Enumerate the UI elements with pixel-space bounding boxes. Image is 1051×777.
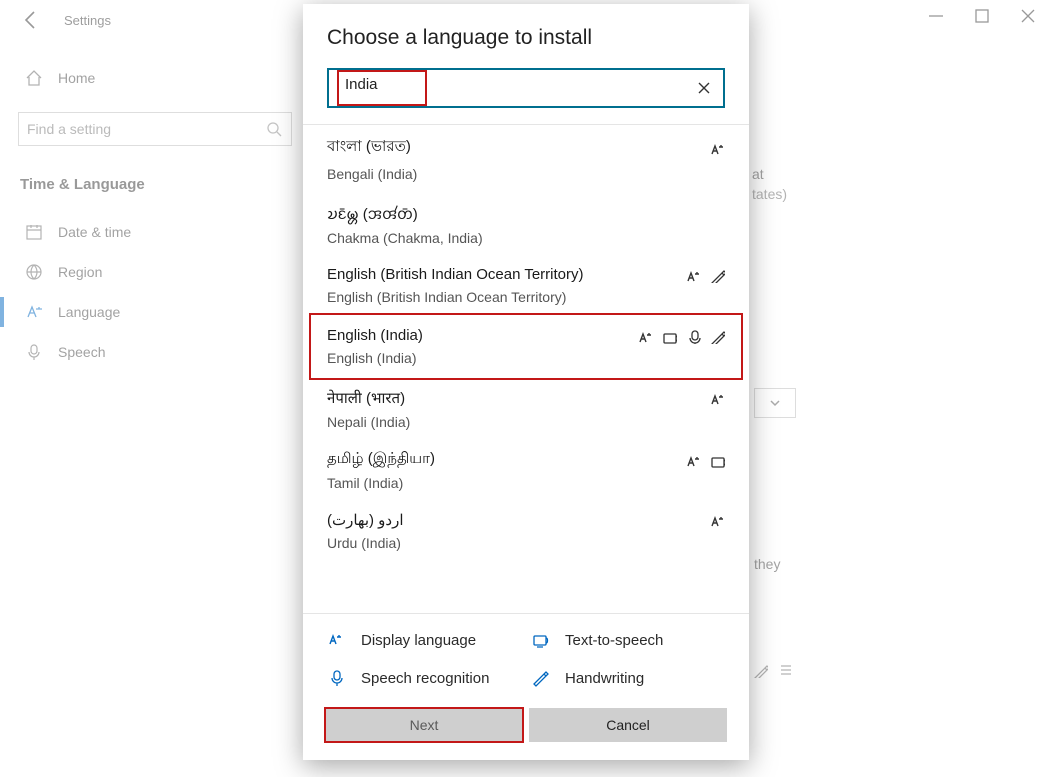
cancel-button[interactable]: Cancel <box>529 708 727 742</box>
sidebar-group-heading: Time & Language <box>18 164 292 204</box>
language-item-nepali[interactable]: नेपाली (भारत) Nepali (India) <box>303 378 749 440</box>
handwriting-icon <box>709 328 725 344</box>
language-native: اردو (بھارت) <box>327 511 709 529</box>
language-item-english-biot[interactable]: English (British Indian Ocean Territory)… <box>303 256 749 315</box>
calendar-icon <box>24 222 42 242</box>
back-button[interactable] <box>10 0 50 40</box>
feature-legend: Display language Text-to-speech Speech r… <box>303 613 749 694</box>
display-language-icon <box>685 452 701 468</box>
display-language-icon <box>637 328 653 344</box>
language-icon <box>24 302 42 322</box>
text-to-speech-icon <box>661 328 677 344</box>
sidebar-item-speech[interactable]: Speech <box>18 332 292 372</box>
language-search-input[interactable] <box>345 76 419 93</box>
feature-icons <box>709 140 725 156</box>
home-icon <box>24 68 42 88</box>
sidebar-item-region[interactable]: Region <box>18 252 292 292</box>
handwriting-icon <box>709 267 725 283</box>
language-english: Urdu (India) <box>327 535 725 551</box>
language-native: नेपाली (भारत) <box>327 388 709 408</box>
app-title: Settings <box>64 13 111 28</box>
globe-icon <box>24 262 42 282</box>
search-icon <box>265 120 283 138</box>
clear-search-icon[interactable] <box>695 79 713 97</box>
speech-recognition-icon <box>685 328 701 344</box>
display-language-icon <box>709 390 725 406</box>
feature-icons <box>685 452 725 468</box>
language-native: English (India) <box>327 327 637 344</box>
minimize-button[interactable] <box>913 0 959 32</box>
text-to-speech-icon <box>531 630 551 650</box>
language-native: English (British Indian Ocean Territory) <box>327 266 685 283</box>
bg-text: tates) <box>752 186 787 202</box>
dialog-title: Choose a language to install <box>327 26 725 50</box>
legend-label: Display language <box>361 632 476 649</box>
legend-label: Speech recognition <box>361 670 489 687</box>
legend-label: Handwriting <box>565 670 644 687</box>
bg-text: at <box>752 166 764 182</box>
sidebar-item-date-time[interactable]: Date & time <box>18 212 292 252</box>
sidebar-item-label: Region <box>58 264 102 280</box>
next-button[interactable]: Next <box>325 708 523 742</box>
language-english: Tamil (India) <box>327 475 725 491</box>
language-english: English (India) <box>327 350 725 366</box>
legend-label: Text-to-speech <box>565 632 663 649</box>
sidebar-item-label: Speech <box>58 344 105 360</box>
find-setting-search[interactable] <box>18 112 292 146</box>
maximize-button[interactable] <box>959 0 1005 32</box>
mic-icon <box>24 342 42 362</box>
sidebar-item-label: Date & time <box>58 224 131 240</box>
language-item-tamil[interactable]: தமிழ் (இந்தியா) Tamil (India) <box>303 440 749 501</box>
display-language-icon <box>709 140 725 156</box>
language-native: বাংলা (ভারত) <box>327 135 709 160</box>
feature-icons <box>685 267 725 283</box>
handwriting-icon <box>531 668 551 688</box>
language-english: Chakma (Chakma, India) <box>327 230 725 246</box>
find-setting-input[interactable] <box>27 121 265 137</box>
language-english: Bengali (India) <box>327 166 725 182</box>
language-item-english-india[interactable]: English (India) English (India) <box>313 317 739 376</box>
sidebar-item-label: Language <box>58 304 120 320</box>
feature-icons <box>709 390 725 406</box>
language-english: English (British Indian Ocean Territory) <box>327 289 725 305</box>
sidebar-item-language[interactable]: Language <box>18 292 292 332</box>
speech-recognition-icon <box>327 668 347 688</box>
language-item-urdu[interactable]: اردو (بھارت) Urdu (India) <box>303 501 749 561</box>
language-native: தமிழ் (இந்தியா) <box>327 450 685 469</box>
sidebar: Home Time & Language Date & time Region … <box>0 40 310 777</box>
close-button[interactable] <box>1005 0 1051 32</box>
language-search[interactable] <box>327 68 725 108</box>
display-language-icon <box>709 512 725 528</box>
language-list: বাংলা (ভারত) Bengali (India) 𑄌𑄋𑄴𑄟𑄳𑄦 (𑄞𑄢𑄧… <box>303 124 749 613</box>
language-english: Nepali (India) <box>327 414 725 430</box>
choose-language-dialog: Choose a language to install বাংলা (ভারত… <box>303 4 749 760</box>
language-native: 𑄌𑄋𑄴𑄟𑄳𑄦 (𑄞𑄢𑄧𑄖𑄴) <box>327 202 725 224</box>
bg-feature-icons <box>752 662 794 678</box>
display-language-icon <box>327 630 347 650</box>
language-item-bengali[interactable]: বাংলা (ভারত) Bengali (India) <box>303 125 749 192</box>
feature-icons <box>637 328 725 344</box>
sidebar-item-label: Home <box>58 70 95 86</box>
sidebar-home[interactable]: Home <box>18 58 292 98</box>
text-to-speech-icon <box>709 452 725 468</box>
feature-icons <box>709 512 725 528</box>
dropdown-chevron[interactable] <box>754 388 796 418</box>
language-item-chakma[interactable]: 𑄌𑄋𑄴𑄟𑄳𑄦 (𑄞𑄢𑄧𑄖𑄴) Chakma (Chakma, India) <box>303 192 749 256</box>
bg-text: they <box>754 556 780 572</box>
display-language-icon <box>685 267 701 283</box>
